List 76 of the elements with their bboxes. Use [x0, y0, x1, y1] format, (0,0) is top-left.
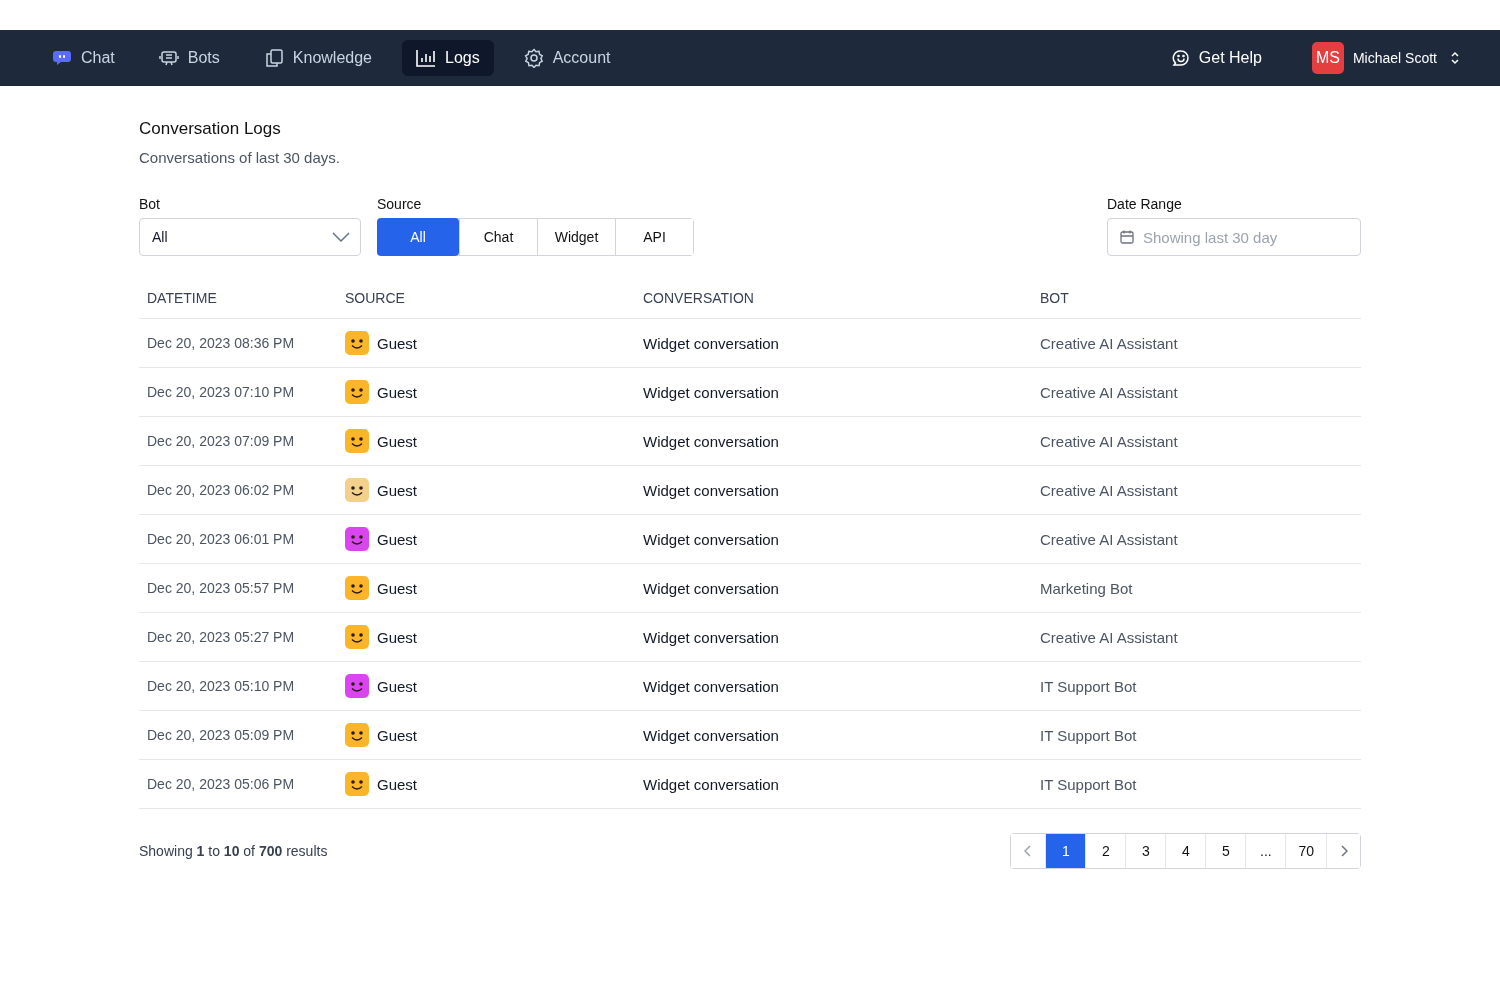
- bot-name-cell: IT Support Bot: [1040, 775, 1137, 793]
- column-header: BOT: [1040, 290, 1069, 306]
- calendar-icon: [1119, 229, 1135, 245]
- bot-name-cell: IT Support Bot: [1040, 677, 1137, 695]
- bot-name-cell: IT Support Bot: [1040, 726, 1137, 744]
- get-help-link[interactable]: Get Help: [1157, 40, 1276, 76]
- bot-name-cell: Creative AI Assistant: [1040, 432, 1178, 450]
- date-range-label: Date Range: [1107, 196, 1183, 212]
- source-name: Guest: [377, 579, 418, 597]
- source-option[interactable]: All: [377, 218, 459, 256]
- datetime-cell: Dec 20, 2023 05:27 PM: [147, 629, 295, 645]
- bot-name-cell: Marketing Bot: [1040, 579, 1133, 597]
- nav-tab[interactable]: Account: [509, 39, 625, 77]
- bar-chart-icon: [416, 49, 436, 67]
- datetime-cell: Dec 20, 2023 05:06 PM: [147, 776, 295, 792]
- datetime-cell: Dec 20, 2023 06:02 PM: [147, 482, 295, 498]
- conversation-cell[interactable]: Widget conversation: [643, 677, 779, 695]
- date-range-field[interactable]: Showing last 30 day: [1107, 218, 1361, 256]
- column-header: SOURCE: [345, 290, 405, 306]
- nav-tab[interactable]: Bots: [144, 40, 234, 76]
- conversation-cell[interactable]: Widget conversation: [643, 628, 779, 646]
- conversation-cell[interactable]: Widget conversation: [643, 775, 779, 793]
- source-filter-label: Source: [377, 196, 423, 212]
- next-page-button[interactable]: [1326, 834, 1360, 868]
- source-name: Guest: [377, 628, 418, 646]
- conversation-cell[interactable]: Widget conversation: [643, 334, 779, 352]
- datetime-cell: Dec 20, 2023 06:01 PM: [147, 531, 295, 547]
- chat-bubble-icon: [52, 49, 72, 67]
- page-button[interactable]: 1: [1045, 834, 1086, 868]
- source-name: Guest: [377, 481, 418, 499]
- conversation-cell[interactable]: Widget conversation: [643, 530, 779, 548]
- user-name: Michael Scott: [1352, 50, 1437, 66]
- chevron-up-down-icon: [1450, 51, 1460, 65]
- datetime-cell: Dec 20, 2023 07:10 PM: [147, 384, 295, 400]
- datetime-cell: Dec 20, 2023 05:10 PM: [147, 678, 295, 694]
- datetime-cell: Dec 20, 2023 08:36 PM: [147, 335, 295, 351]
- source-name: Guest: [377, 775, 418, 793]
- nav-tab[interactable]: Knowledge: [249, 39, 386, 77]
- conversation-cell[interactable]: Widget conversation: [643, 383, 779, 401]
- bot-select[interactable]: All: [139, 218, 361, 256]
- documents-icon: [263, 48, 284, 68]
- chat-smile-icon: [1171, 49, 1190, 67]
- user-avatar: MS: [1311, 42, 1344, 74]
- bot-name-cell: Creative AI Assistant: [1040, 530, 1178, 548]
- bot-name-cell: Creative AI Assistant: [1040, 481, 1178, 499]
- source-name: Guest: [377, 432, 418, 450]
- conversation-cell[interactable]: Widget conversation: [643, 481, 779, 499]
- results-summary: Showing 1 to 10 of 700 results: [139, 843, 328, 859]
- source-name: Guest: [377, 334, 418, 352]
- source-name: Guest: [377, 726, 418, 744]
- nav-tab[interactable]: Chat: [38, 40, 129, 76]
- bot-filter-label: Bot: [139, 196, 161, 212]
- source-name: Guest: [377, 677, 418, 695]
- conversation-cell[interactable]: Widget conversation: [643, 432, 779, 450]
- bot-name-cell: Creative AI Assistant: [1040, 334, 1178, 352]
- settings-icon: [523, 48, 544, 68]
- bot-name-cell: Creative AI Assistant: [1040, 383, 1178, 401]
- datetime-cell: Dec 20, 2023 07:09 PM: [147, 433, 295, 449]
- page-title: Conversation Logs: [139, 119, 282, 139]
- bot-name-cell: Creative AI Assistant: [1040, 628, 1178, 646]
- nav-tab[interactable]: Logs: [402, 40, 494, 76]
- robot-icon: [158, 49, 179, 67]
- source-name: Guest: [377, 383, 418, 401]
- conversation-cell[interactable]: Widget conversation: [643, 579, 779, 597]
- datetime-cell: Dec 20, 2023 05:09 PM: [147, 727, 295, 743]
- chevron-down-icon: [332, 232, 350, 242]
- source-option[interactable]: API: [615, 219, 693, 255]
- source-name: Guest: [377, 530, 418, 548]
- user-menu-button[interactable]: MS Michael Scott: [1311, 42, 1460, 74]
- column-header: CONVERSATION: [643, 290, 754, 306]
- conversation-cell[interactable]: Widget conversation: [643, 726, 779, 744]
- chevron-right-icon: [1339, 845, 1348, 857]
- column-header: DATETIME: [147, 290, 217, 306]
- datetime-cell: Dec 20, 2023 05:57 PM: [147, 580, 295, 596]
- chevron-left-icon: [1024, 845, 1033, 857]
- page-subtitle: Conversations of last 30 days.: [139, 149, 341, 166]
